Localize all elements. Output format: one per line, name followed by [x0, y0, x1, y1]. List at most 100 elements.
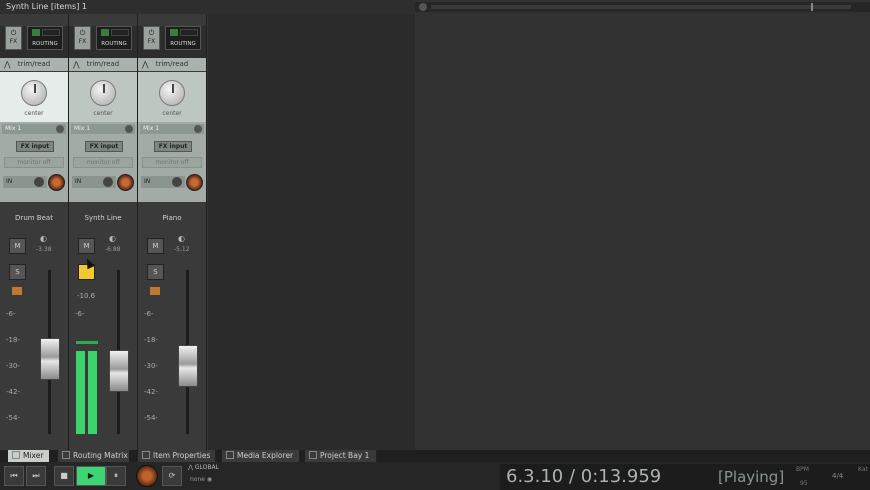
send-slot[interactable]: Mix 1: [140, 124, 204, 134]
repeat-button[interactable]: ⟳: [162, 466, 182, 486]
record-arm-button[interactable]: [48, 174, 65, 191]
bpm-value[interactable]: 95: [800, 480, 808, 487]
input-dropdown-icon: [103, 177, 113, 187]
go-to-end-button[interactable]: ⏭: [26, 466, 46, 486]
track-name[interactable]: Synth Line: [69, 214, 137, 222]
record-button[interactable]: [136, 465, 158, 487]
send-slot[interactable]: Mix 1: [71, 124, 135, 134]
record-arm-button[interactable]: [117, 174, 134, 191]
horizontal-scroll-track[interactable]: [431, 5, 851, 9]
fx-button[interactable]: ⏻ FX: [143, 26, 160, 50]
io-led-icon: [170, 29, 178, 36]
send-dropdown-icon[interactable]: [194, 125, 202, 133]
input-dropdown-icon: [34, 177, 44, 187]
global-automation-value[interactable]: none ◉: [190, 476, 212, 483]
fader-section: Piano M S ◐ -5.12 -6- -18- -30- -42- -54…: [138, 202, 206, 442]
close-icon[interactable]: [309, 451, 317, 459]
time-display[interactable]: 6.3.10 / 0:13.959 [Playing] BPM 95 4/4 K…: [500, 464, 870, 490]
close-icon[interactable]: [142, 451, 150, 459]
position-readout: 6.3.10 / 0:13.959: [506, 466, 662, 487]
phase-icon[interactable]: ◐: [40, 234, 47, 243]
tab-media-explorer[interactable]: Media Explorer: [222, 450, 300, 462]
volume-readout: -3.38: [36, 246, 52, 253]
track-name[interactable]: Piano: [138, 214, 206, 222]
docker-tabs: Mixer Routing Matrix Item Properties Med…: [0, 450, 870, 462]
volume-fader[interactable]: [178, 345, 198, 387]
fx-input-button[interactable]: FX input: [85, 141, 123, 152]
fx-input-button[interactable]: FX input: [154, 141, 192, 152]
envelope-icon: ⋀: [73, 60, 80, 69]
volume-fader[interactable]: [40, 337, 60, 380]
mixer-strip-drum-beat[interactable]: ⏻ FX ROUTING ⋀ trim/read center Mix 1 FX i…: [0, 14, 69, 464]
fx-send-section: Mix 1 FX input monitor off IN: [138, 122, 206, 202]
pan-knob[interactable]: [21, 80, 47, 106]
zoom-icon[interactable]: [419, 3, 427, 11]
arrange-view[interactable]: [415, 0, 870, 450]
solo-button[interactable]: S: [9, 264, 26, 280]
tab-item-properties[interactable]: Item Properties: [138, 450, 216, 462]
send-dropdown-icon[interactable]: [56, 125, 64, 133]
mute-button[interactable]: M: [147, 238, 164, 254]
stop-button[interactable]: ■: [54, 466, 74, 486]
window-title: Synth Line [items] 1: [0, 0, 415, 14]
meter-peak: [76, 341, 98, 344]
power-icon: ⏻: [148, 29, 155, 37]
meter-left: [76, 351, 85, 434]
playhead-marker: [811, 3, 813, 11]
input-selector[interactable]: IN: [3, 176, 47, 188]
tab-mixer[interactable]: Mixer: [8, 450, 50, 462]
fader-section: Synth Line M ◐ -6.88 -10.6 -6-: [69, 202, 137, 442]
automation-mode-button[interactable]: ⋀ trim/read: [0, 58, 68, 71]
fx-send-section: Mix 1 FX input monitor off IN: [0, 122, 68, 202]
routing-button[interactable]: ROUTING: [165, 26, 201, 50]
pan-section: center: [0, 72, 68, 122]
fx-input-button[interactable]: FX input: [16, 141, 54, 152]
automation-mode-button[interactable]: ⋀ trim/read: [138, 58, 206, 71]
phase-icon[interactable]: ◐: [178, 234, 185, 243]
automation-mode-button[interactable]: ⋀ trim/read: [69, 58, 137, 71]
monitor-button[interactable]: monitor off: [73, 157, 133, 168]
tab-routing-matrix[interactable]: Routing Matrix: [58, 450, 130, 462]
send-dropdown-icon[interactable]: [125, 125, 133, 133]
time-signature[interactable]: 4/4: [832, 472, 843, 480]
routing-button[interactable]: ROUTING: [27, 26, 63, 50]
fx-button[interactable]: ⏻ FX: [5, 26, 22, 50]
mute-button[interactable]: M: [78, 238, 95, 254]
track-name[interactable]: Drum Beat: [0, 214, 68, 222]
pan-label: center: [162, 110, 182, 117]
close-icon[interactable]: [226, 451, 234, 459]
mixer-strip-piano[interactable]: ⏻ FX ROUTING ⋀ trim/read center Mix 1 FX i…: [138, 14, 207, 464]
pause-button[interactable]: ⏸: [106, 466, 126, 486]
mute-button[interactable]: M: [9, 238, 26, 254]
input-selector[interactable]: IN: [72, 176, 116, 188]
record-arm-button[interactable]: [186, 174, 203, 191]
monitor-button[interactable]: monitor off: [4, 157, 64, 168]
tab-project-bay[interactable]: Project Bay 1: [305, 450, 377, 462]
input-selector[interactable]: IN: [141, 176, 185, 188]
volume-fader[interactable]: [109, 349, 129, 392]
pan-section: center: [138, 72, 206, 122]
send-slot[interactable]: Mix 1: [2, 124, 66, 134]
fx-button[interactable]: ⏻ FX: [74, 26, 91, 50]
pan-knob[interactable]: [159, 80, 185, 106]
meter-right: [88, 351, 97, 434]
global-automation-label[interactable]: ⋀ GLOBAL: [188, 464, 219, 471]
monitor-button[interactable]: monitor off: [142, 157, 202, 168]
fx-indicator-icon: [150, 287, 160, 295]
bpm-label: BPM: [796, 466, 809, 473]
input-dropdown-icon: [172, 177, 182, 187]
volume-readout: -5.12: [174, 246, 190, 253]
close-icon[interactable]: [62, 451, 70, 459]
solo-button[interactable]: S: [147, 264, 164, 280]
play-button[interactable]: ▶: [76, 466, 106, 486]
phase-icon[interactable]: ◐: [109, 234, 116, 243]
go-to-start-button[interactable]: ⏮: [4, 466, 24, 486]
mixer-strip-synth-line[interactable]: ⏻ FX ROUTING ⋀ trim/read center Mix 1 FX i…: [69, 14, 138, 464]
routing-button[interactable]: ROUTING: [96, 26, 132, 50]
gear-icon: ◉: [206, 476, 213, 483]
close-icon[interactable]: [12, 451, 20, 459]
io-led-icon: [101, 29, 109, 36]
fader-section: Drum Beat M S ◐ -3.38 -6- -18- -30- -42-…: [0, 202, 68, 442]
pan-knob[interactable]: [90, 80, 116, 106]
arrange-scrollbar[interactable]: [415, 2, 870, 12]
